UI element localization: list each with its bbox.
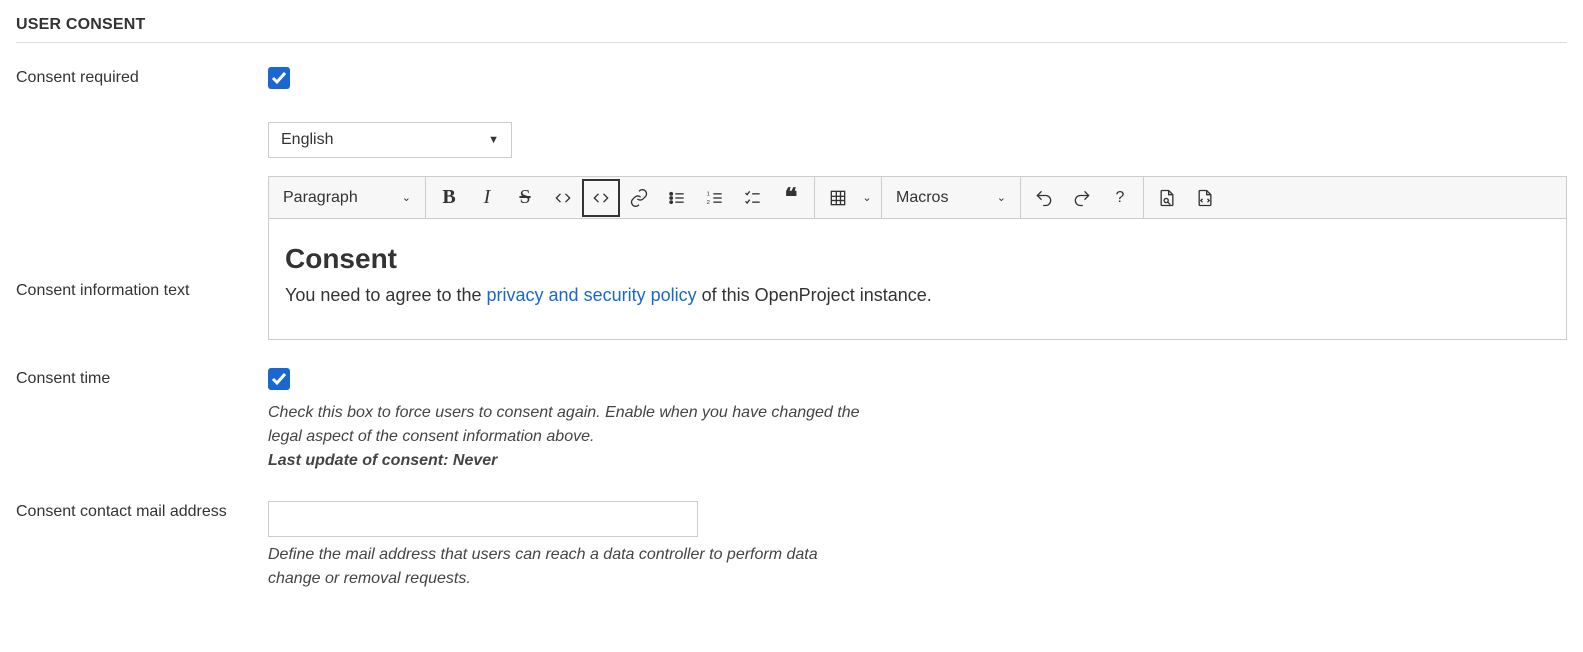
- row-consent-info: Consent information text English ▼ Parag…: [16, 122, 1567, 340]
- svg-text:1: 1: [707, 191, 710, 197]
- macros-dropdown[interactable]: Macros ⌄: [886, 179, 1016, 217]
- table-button[interactable]: [819, 179, 857, 217]
- table-dropdown[interactable]: ⌄: [857, 179, 877, 217]
- content-paragraph: You need to agree to the privacy and sec…: [285, 285, 1550, 306]
- question-icon: ?: [1116, 189, 1125, 207]
- language-select[interactable]: English ▼: [268, 122, 512, 158]
- chevron-down-icon: ▼: [488, 134, 499, 146]
- code-button[interactable]: [544, 179, 582, 217]
- chevron-down-icon: ⌄: [997, 191, 1006, 204]
- italic-button[interactable]: I: [468, 179, 506, 217]
- privacy-policy-link[interactable]: privacy and security policy: [487, 285, 697, 305]
- label-consent-info: Consent information text: [16, 122, 268, 300]
- rich-text-editor: Paragraph ⌄ B I S: [268, 176, 1567, 340]
- chevron-down-icon: ⌄: [862, 191, 871, 204]
- bold-button[interactable]: B: [430, 179, 468, 217]
- todo-list-button[interactable]: [734, 179, 772, 217]
- svg-text:2: 2: [707, 199, 710, 205]
- row-consent-contact: Consent contact mail address Define the …: [16, 501, 1567, 591]
- label-consent-required: Consent required: [16, 67, 268, 87]
- preview-button[interactable]: [1148, 179, 1186, 217]
- content-heading: Consent: [285, 243, 1550, 275]
- consent-time-checkbox[interactable]: [268, 368, 290, 390]
- blockquote-button[interactable]: ❝: [772, 179, 810, 217]
- bullet-list-button[interactable]: [658, 179, 696, 217]
- consent-required-checkbox[interactable]: [268, 67, 290, 89]
- code-block-button[interactable]: [582, 179, 620, 217]
- row-consent-required: Consent required: [16, 67, 1567, 94]
- undo-button[interactable]: [1025, 179, 1063, 217]
- consent-last-update: Last update of consent: Never: [268, 452, 497, 469]
- heading-dropdown[interactable]: Paragraph ⌄: [273, 179, 421, 217]
- redo-button[interactable]: [1063, 179, 1101, 217]
- link-button[interactable]: [620, 179, 658, 217]
- label-consent-contact: Consent contact mail address: [16, 501, 268, 521]
- numbered-list-button[interactable]: 12: [696, 179, 734, 217]
- source-button[interactable]: [1186, 179, 1224, 217]
- chevron-down-icon: ⌄: [402, 191, 411, 204]
- label-consent-time: Consent time: [16, 368, 268, 388]
- strike-button[interactable]: S: [506, 179, 544, 217]
- consent-contact-input[interactable]: [268, 501, 698, 537]
- consent-contact-help: Define the mail address that users can r…: [268, 543, 868, 591]
- section-title: USER CONSENT: [16, 16, 1567, 43]
- row-consent-time: Consent time Check this box to force use…: [16, 368, 1567, 473]
- language-select-value: English: [281, 131, 333, 149]
- consent-time-help: Check this box to force users to consent…: [268, 401, 868, 473]
- editor-content-area[interactable]: Consent You need to agree to the privacy…: [269, 219, 1566, 339]
- help-button[interactable]: ?: [1101, 179, 1139, 217]
- editor-toolbar: Paragraph ⌄ B I S: [269, 177, 1566, 219]
